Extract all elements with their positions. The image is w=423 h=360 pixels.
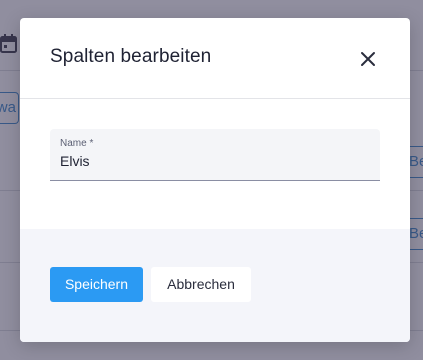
dialog-header: Spalten bearbeiten	[20, 18, 410, 99]
edit-columns-dialog: Spalten bearbeiten Name * Elvis Speicher…	[20, 18, 410, 342]
close-icon[interactable]	[360, 51, 376, 67]
name-field[interactable]: Name * Elvis	[50, 129, 380, 181]
name-field-label: Name *	[60, 138, 94, 149]
cancel-button[interactable]: Abbrechen	[151, 267, 251, 302]
dialog-footer: Speichern Abbrechen	[20, 229, 410, 342]
dialog-body: Name * Elvis	[20, 99, 410, 229]
save-button[interactable]: Speichern	[50, 267, 143, 302]
dialog-title: Spalten bearbeiten	[50, 46, 212, 67]
name-field-value[interactable]: Elvis	[60, 153, 90, 169]
